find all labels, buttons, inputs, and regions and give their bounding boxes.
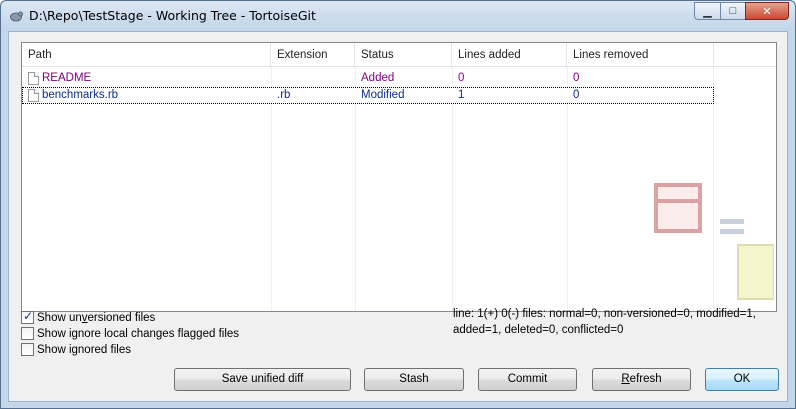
cell-status: Modified — [361, 89, 405, 101]
checkbox-label: Show ignore local changes flagged files — [37, 327, 240, 340]
checkbox-checked[interactable] — [21, 309, 34, 324]
main-window: D:\Repo\TestStage - Working Tree - Torto… — [0, 0, 796, 409]
diff-watermark-icon — [654, 183, 774, 300]
cell-extension — [271, 70, 277, 87]
status-line-1: line: 1(+) 0(-) files: normal=0, non-ver… — [453, 308, 756, 320]
checkbox-unchecked[interactable] — [21, 343, 34, 356]
checkbox-label: Show ignored files — [37, 343, 131, 356]
file-list[interactable]: Path Extension Status Lines added Lines … — [21, 42, 777, 312]
show-unversioned-checkbox[interactable]: Show unversioned files — [21, 309, 156, 324]
column-header-status[interactable]: Status — [355, 43, 452, 67]
column-header-path[interactable]: Path — [22, 43, 271, 67]
column-header-lines-removed[interactable]: Lines removed — [567, 43, 714, 67]
refresh-button[interactable]: Refresh — [592, 368, 691, 391]
cell-lines-removed: 0 — [573, 89, 580, 101]
cell-path: benchmarks.rb — [42, 89, 119, 101]
column-header-lines-added[interactable]: Lines added — [452, 43, 567, 67]
show-ignored-checkbox[interactable]: Show ignored files — [21, 343, 131, 356]
list-header: Path Extension Status Lines added Lines … — [22, 43, 776, 67]
window-controls: ▁ □ ✕ — [694, 2, 789, 20]
minimize-button[interactable]: ▁ — [694, 2, 720, 20]
tortoisegit-icon — [10, 11, 23, 22]
cell-lines-removed: 0 — [573, 72, 580, 84]
ok-button[interactable]: OK — [705, 368, 779, 391]
checkbox-label: Show unversioned files — [37, 311, 156, 324]
cell-extension: .rb — [277, 89, 291, 101]
status-summary: line: 1(+) 0(-) files: normal=0, non-ver… — [453, 306, 783, 338]
save-unified-diff-button[interactable]: Save unified diff — [174, 368, 351, 391]
status-line-2: added=1, deleted=0, conflicted=0 — [453, 324, 624, 336]
checkbox-unchecked[interactable] — [21, 327, 34, 340]
commit-button[interactable]: Commit — [478, 368, 577, 391]
maximize-button[interactable]: □ — [720, 2, 745, 20]
column-header-extension[interactable]: Extension — [271, 43, 355, 67]
show-ignore-local-checkbox[interactable]: Show ignore local changes flagged files — [21, 327, 239, 340]
cell-path: README — [42, 72, 92, 84]
stash-button[interactable]: Stash — [364, 368, 464, 391]
cell-lines-added: 1 — [458, 89, 465, 101]
table-row[interactable]: benchmarks.rb .rb Modified 1 0 — [22, 87, 714, 104]
title-bar[interactable]: D:\Repo\TestStage - Working Tree - Torto… — [1, 1, 795, 31]
dialog-client: Path Extension Status Lines added Lines … — [8, 31, 788, 402]
close-button[interactable]: ✕ — [745, 2, 789, 20]
table-row[interactable]: README Added 0 0 — [22, 70, 714, 87]
cell-lines-added: 0 — [458, 72, 465, 84]
cell-status: Added — [361, 72, 395, 84]
window-title: D:\Repo\TestStage - Working Tree - Torto… — [29, 8, 316, 23]
